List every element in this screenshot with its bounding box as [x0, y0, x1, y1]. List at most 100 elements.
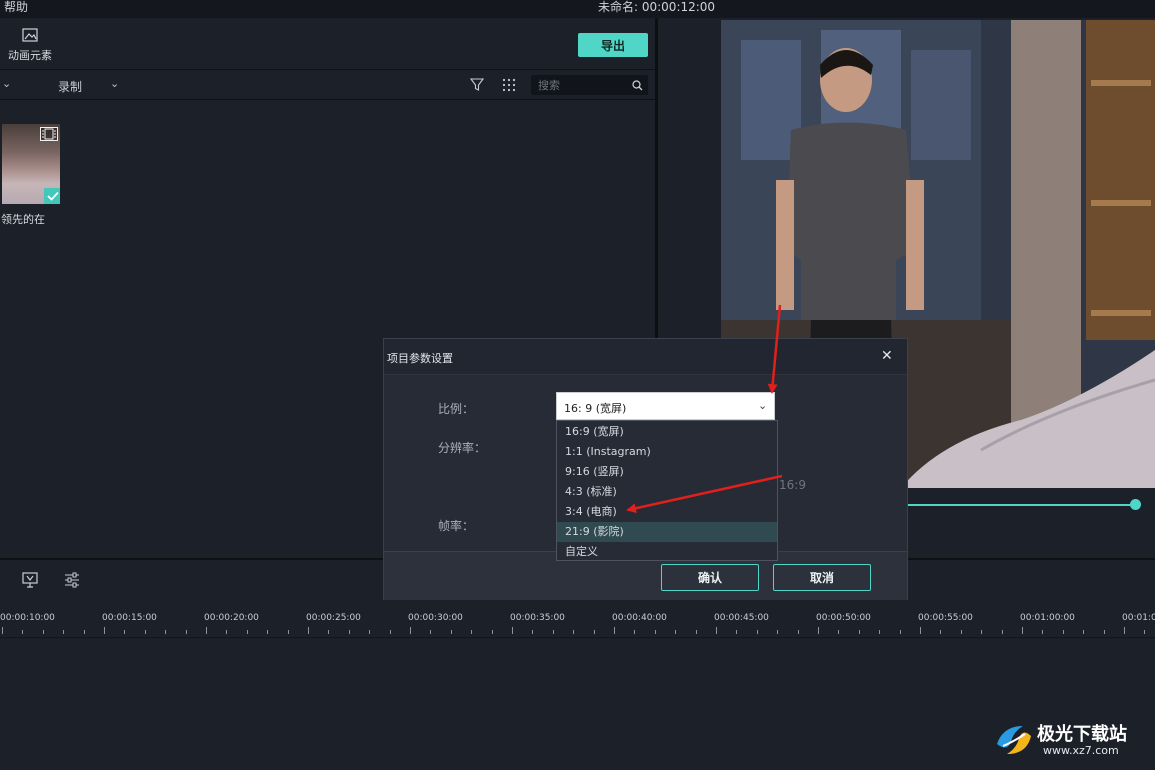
- ruler-tick: [348, 630, 350, 634]
- ruler-tick: [1001, 630, 1003, 634]
- ratio-selected-value: 16: 9 (宽屏): [564, 402, 627, 415]
- record-dropdown[interactable]: 录制: [58, 78, 82, 95]
- ruler-tick: [532, 630, 534, 634]
- ruler-tick: [450, 630, 452, 634]
- timecode-label: 00:00:40:00: [612, 613, 667, 623]
- clip-name: 领先的在: [1, 213, 45, 226]
- ruler-tick: [1103, 630, 1105, 634]
- playback-progress-track[interactable]: [908, 504, 1135, 506]
- anim-elements-tab[interactable]: 动画元素: [4, 28, 56, 63]
- timecode-label: 00:01:00:00: [1020, 613, 1075, 623]
- ruler-tick: [308, 627, 309, 634]
- ruler-tick: [879, 630, 881, 634]
- ratio-option[interactable]: 4:3 (标准): [557, 482, 777, 502]
- close-icon[interactable]: ✕: [881, 348, 893, 364]
- ruler-tick: [920, 627, 921, 634]
- ruler-tick: [797, 630, 799, 634]
- dialog-title: 项目参数设置: [387, 352, 453, 365]
- ruler-tick: [63, 630, 65, 634]
- ratio-option[interactable]: 9:16 (竖屏): [557, 462, 777, 482]
- timeline-track-area[interactable]: [0, 638, 1155, 770]
- chevron-down-icon[interactable]: ⌄: [2, 77, 11, 90]
- ruler-tick: [777, 630, 779, 634]
- ruler-tick: [22, 630, 24, 634]
- export-button[interactable]: 导出: [578, 33, 648, 57]
- search-input[interactable]: [538, 77, 628, 93]
- ruler-tick: [144, 630, 146, 634]
- ruler-tick: [695, 630, 697, 634]
- ruler-tick: [1144, 630, 1146, 634]
- ruler-tick: [614, 627, 615, 634]
- ruler-tick: [634, 630, 636, 634]
- ruler-tick: [736, 630, 738, 634]
- timecode-label: 00:00:15:00: [102, 613, 157, 623]
- watermark-url: www.xz7.com: [1043, 744, 1119, 757]
- ratio-option[interactable]: 1:1 (Instagram): [557, 442, 777, 462]
- video-film-icon: [40, 127, 58, 141]
- ruler-tick: [124, 630, 126, 634]
- anim-elements-label: 动画元素: [8, 49, 52, 62]
- ratio-dropdown-list: 16:9 (宽屏) 1:1 (Instagram) 9:16 (竖屏) 4:3 …: [556, 420, 778, 561]
- playback-scrubber-handle[interactable]: [1130, 499, 1141, 510]
- ruler-tick: [471, 630, 473, 634]
- ratio-label: 比例：: [438, 402, 475, 416]
- media-clip-thumbnail[interactable]: [2, 124, 60, 204]
- ruler-tick: [430, 630, 432, 634]
- checkmark-icon: [44, 188, 60, 204]
- ruler-tick: [858, 630, 860, 634]
- ruler-tick: [940, 630, 942, 634]
- ratio-hint: 16:9: [779, 478, 806, 492]
- ruler-tick: [226, 630, 228, 634]
- ruler-tick: [756, 630, 758, 634]
- timecode-label: 00:00:35:00: [510, 613, 565, 623]
- ruler-tick: [1062, 630, 1064, 634]
- ruler-tick: [206, 627, 207, 634]
- timecode-label: 00:00:10:00: [0, 613, 55, 623]
- menu-help[interactable]: 帮助: [4, 0, 28, 15]
- ruler-tick: [593, 630, 595, 634]
- adjust-sliders-icon[interactable]: [64, 572, 80, 588]
- watermark-name: 极光下载站: [1037, 724, 1127, 745]
- ruler-tick: [83, 630, 85, 634]
- timeline-ruler[interactable]: 00:00:10:00 00:00:15:00 00:00:20:00 00:0…: [0, 600, 1155, 638]
- media-filter-bar: ⌄ 录制 ⌄: [0, 70, 656, 100]
- ruler-tick: [552, 630, 554, 634]
- ruler-tick: [165, 630, 167, 634]
- ratio-option[interactable]: 16:9 (宽屏): [557, 422, 777, 442]
- ruler-tick: [491, 630, 493, 634]
- ruler-tick: [389, 630, 391, 634]
- ruler-tick: [716, 627, 717, 634]
- ruler-tick: [512, 627, 513, 634]
- project-title: 未命名: 00:00:12:00: [598, 0, 716, 14]
- framerate-label: 帧率：: [438, 519, 475, 533]
- timecode-label: 00:00:45:00: [714, 613, 769, 623]
- grid-view-icon[interactable]: [502, 78, 516, 92]
- search-icon[interactable]: [632, 80, 643, 91]
- ratio-option-highlighted[interactable]: 21:9 (影院): [557, 522, 777, 542]
- ratio-select[interactable]: 16: 9 (宽屏) ⌄: [556, 392, 775, 420]
- ruler-tick: [654, 630, 656, 634]
- image-icon: [22, 28, 38, 42]
- ruler-tick: [818, 627, 819, 634]
- ruler-tick: [369, 630, 371, 634]
- ruler-tick: [838, 630, 840, 634]
- media-toolbar: 动画元素 导出: [0, 18, 656, 70]
- ruler-tick: [1042, 630, 1044, 634]
- filter-icon[interactable]: [470, 78, 484, 92]
- ruler-tick: [410, 627, 411, 634]
- watermark-logo: 极光下载站 www.xz7.com: [993, 718, 1148, 766]
- chevron-down-icon: ⌄: [758, 399, 768, 412]
- ruler-tick: [675, 630, 677, 634]
- ruler-tick: [42, 630, 44, 634]
- timecode-label: 00:01:05:00: [1122, 613, 1155, 623]
- ratio-option[interactable]: 自定义: [557, 542, 777, 562]
- search-box: [531, 75, 648, 95]
- ratio-option[interactable]: 3:4 (电商): [557, 502, 777, 522]
- cancel-button[interactable]: 取消: [773, 564, 871, 591]
- confirm-button[interactable]: 确认: [661, 564, 759, 591]
- presentation-icon[interactable]: [22, 572, 38, 588]
- ruler-tick: [2, 627, 3, 634]
- aurora-logo-icon: [997, 726, 1031, 754]
- chevron-down-icon[interactable]: ⌄: [110, 77, 119, 90]
- ruler-tick: [287, 630, 289, 634]
